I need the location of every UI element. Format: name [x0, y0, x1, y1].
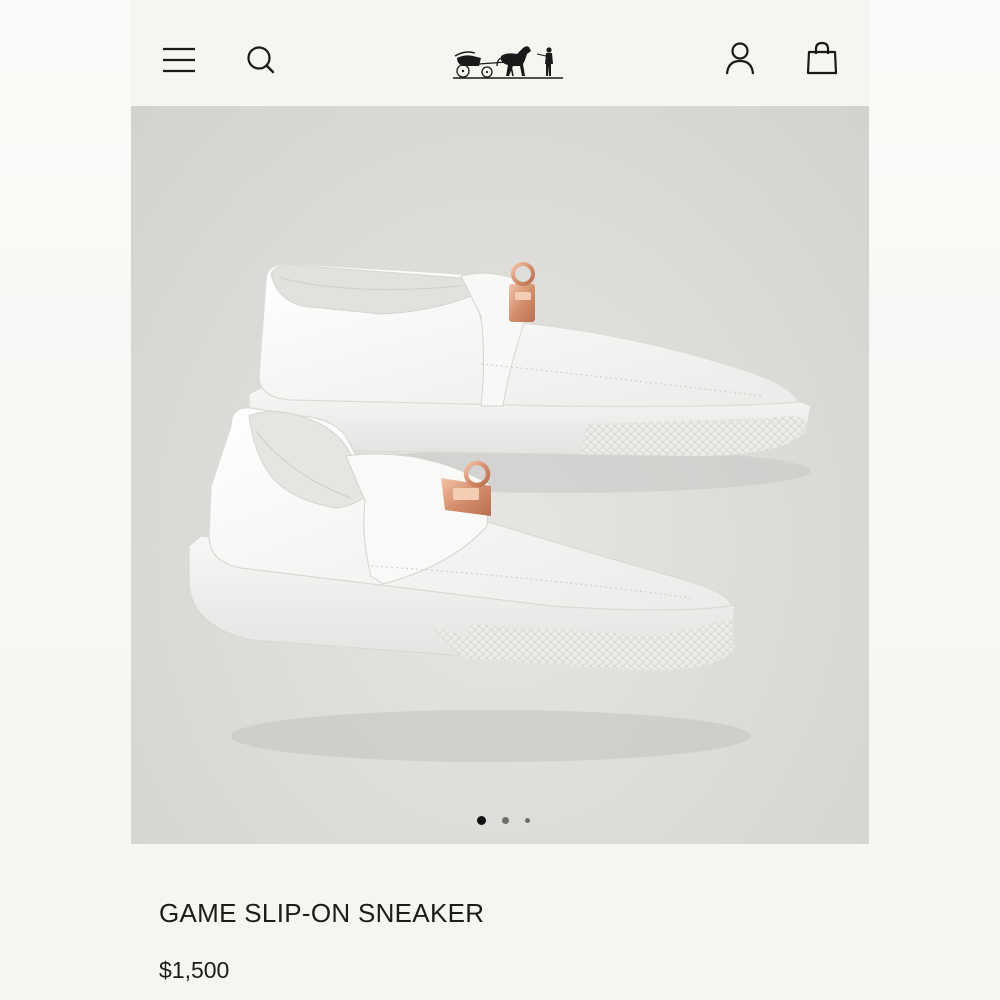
right-background-margin	[869, 0, 1000, 1000]
search-icon	[247, 46, 275, 74]
slide-dot-2[interactable]	[501, 816, 509, 824]
menu-button[interactable]	[157, 38, 201, 82]
product-info: GAME SLIP-ON SNEAKER $1,500	[131, 844, 869, 1000]
slide-dot-1[interactable]	[476, 815, 486, 825]
shopping-bag-button[interactable]	[800, 36, 844, 80]
mobile-page: GAME SLIP-ON SNEAKER $1,500	[131, 0, 869, 1000]
slide-indicator	[131, 813, 869, 827]
product-price: $1,500	[159, 957, 230, 983]
left-background-margin	[0, 0, 131, 1000]
account-button[interactable]	[718, 36, 762, 80]
product-image-gallery[interactable]	[131, 106, 869, 844]
user-account-icon	[725, 42, 755, 75]
hamburger-menu-icon	[163, 47, 195, 73]
search-button[interactable]	[239, 38, 283, 82]
product-image	[188, 262, 812, 762]
product-title: GAME SLIP-ON SNEAKER	[159, 898, 485, 928]
site-header	[131, 0, 869, 106]
slide-dot-3[interactable]	[524, 817, 530, 823]
horse-carriage-logo[interactable]	[451, 42, 565, 82]
shopping-bag-icon	[806, 41, 838, 75]
